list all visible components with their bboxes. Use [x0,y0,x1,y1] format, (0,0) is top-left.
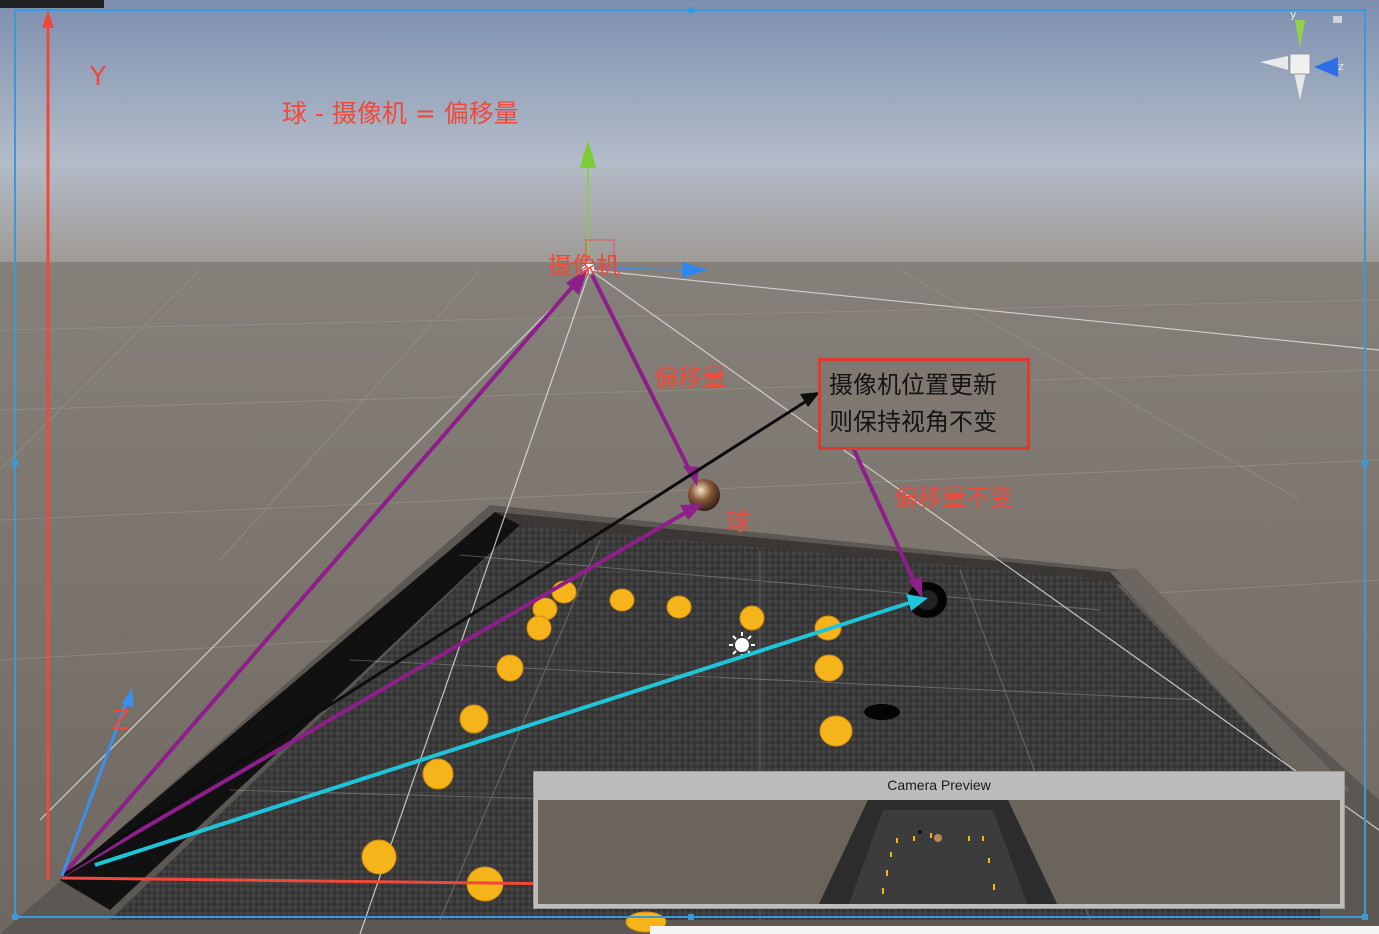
gizmo-z-label: z [1338,60,1344,73]
camera-preview-view [538,800,1340,904]
bottom-panel-strip [650,926,1379,934]
axis-z-label: Z [112,706,130,736]
equation-label: 球 - 摄像机 = 偏移量 [282,99,519,128]
offset-unchanged-label: 偏移量不变 [894,484,1014,512]
axis-y-label: Y [90,62,106,92]
camera-label: 摄像机 [548,252,620,280]
camera-preview-title: Camera Preview [887,777,991,793]
orientation-gizmo[interactable]: y z [1252,8,1352,110]
editor-tab-strip [0,0,104,8]
gizmo-y-label: y [1290,8,1297,21]
note-line-2: 则保持视角不变 [829,408,997,436]
camera-preview-panel: Camera Preview [533,771,1345,909]
ball-label: 球 [726,508,750,536]
note-line-1: 摄像机位置更新 [829,371,997,399]
note-box: 摄像机位置更新 则保持视角不变 [818,358,1030,450]
offset-label: 偏移量 [654,364,726,392]
